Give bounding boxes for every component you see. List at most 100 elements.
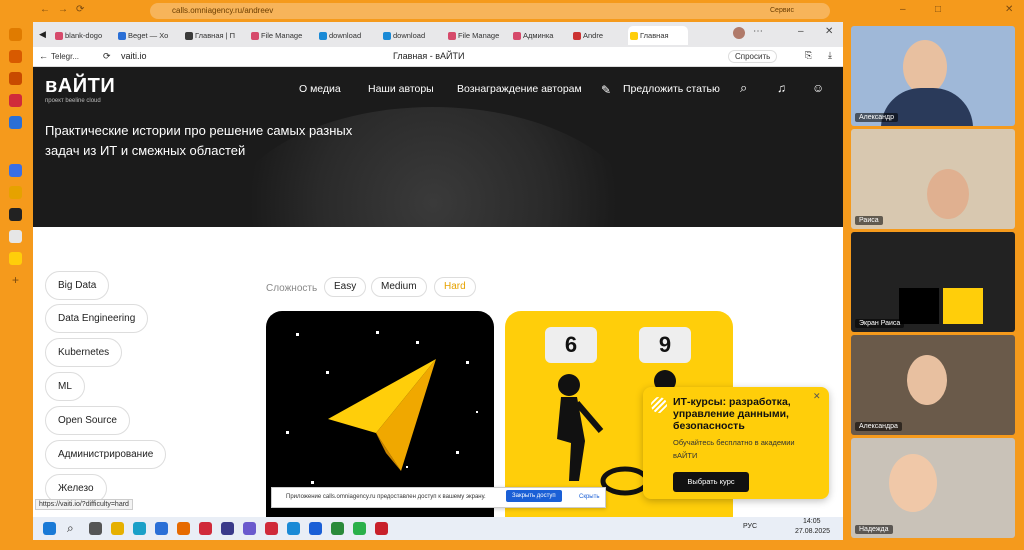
teams-icon[interactable]	[243, 522, 256, 535]
participant-face	[927, 169, 969, 219]
ask-button[interactable]: Спросить	[728, 50, 778, 63]
page-title: Главная - вАЙТИ	[393, 51, 465, 61]
promo-popup[interactable]: ИТ-курсы: разработка, управление данными…	[643, 387, 829, 499]
sidebar-app-icon[interactable]	[9, 164, 22, 177]
browser-tab[interactable]: Главная	[628, 26, 688, 45]
category-chip[interactable]: Open Source	[45, 406, 130, 435]
tab-label: Главная | П	[195, 31, 236, 40]
browser-tab[interactable]: File Manage	[446, 26, 508, 45]
hide-button[interactable]: Скрыть	[579, 494, 599, 500]
outer-browser-toolbar: ← → ⟳ calls.omniagency.ru/andreev Сервис…	[0, 0, 1024, 22]
difficulty-hard[interactable]: Hard	[434, 277, 476, 297]
difficulty-easy[interactable]: Easy	[324, 277, 367, 297]
participant-name: Надежда	[855, 525, 893, 534]
sidebar-app-icon[interactable]	[9, 72, 22, 85]
add-icon[interactable]: +	[9, 274, 22, 287]
tab-favicon-icon	[513, 32, 521, 40]
back-icon[interactable]: ←	[39, 51, 48, 61]
maximize-icon[interactable]: □	[935, 4, 941, 15]
close-icon[interactable]: ✕	[813, 391, 821, 402]
nav-about[interactable]: О медиа	[299, 83, 341, 95]
clock-date[interactable]: 27.08.2025	[795, 528, 830, 535]
reload-icon[interactable]: ⟳	[76, 4, 84, 15]
explorer-icon[interactable]	[111, 522, 124, 535]
sidebar-app-icon[interactable]	[9, 116, 22, 129]
outer-address-bar[interactable]: calls.omniagency.ru/andreev	[150, 3, 830, 19]
start-icon[interactable]	[43, 522, 56, 535]
download-icon[interactable]: ⤓	[828, 50, 832, 61]
sidebar-app-icon[interactable]	[9, 50, 22, 63]
clock-time[interactable]: 14:05	[803, 518, 821, 525]
nav-authors[interactable]: Наши авторы	[368, 83, 434, 95]
whatsapp-icon[interactable]	[353, 522, 366, 535]
app-icon[interactable]	[199, 522, 212, 535]
choose-course-button[interactable]: Выбрать курс	[673, 472, 749, 492]
sidebar-app-icon[interactable]	[9, 186, 22, 199]
browser-tab[interactable]: Andre	[571, 26, 623, 45]
browser-tab[interactable]: blank-dogo	[53, 26, 113, 45]
tab-label: Beget — Хо	[128, 31, 169, 40]
app-icon[interactable]	[155, 522, 168, 535]
participant-tile[interactable]: Александра	[851, 335, 1015, 435]
pdf-icon[interactable]	[375, 522, 388, 535]
word-icon[interactable]	[309, 522, 322, 535]
participant-tile[interactable]: Экран Раиса	[851, 232, 1015, 332]
sidebar-app-icon[interactable]	[9, 230, 22, 243]
language-indicator[interactable]: РУС	[743, 523, 757, 530]
bookmarks-icon[interactable]: ⎘	[805, 50, 812, 61]
minimize-icon[interactable]: –	[900, 4, 906, 15]
close-icon[interactable]: ✕	[825, 26, 833, 37]
back-tab-label[interactable]: Telegr...	[51, 52, 79, 61]
site-logo[interactable]: вАЙТИ	[45, 75, 115, 98]
search-icon[interactable]: ⌕	[67, 522, 80, 535]
sidebar-app-icon[interactable]	[9, 252, 22, 265]
taskview-icon[interactable]	[89, 522, 102, 535]
browser-tab[interactable]: download	[381, 26, 441, 45]
close-icon[interactable]: ✕	[1005, 4, 1013, 15]
category-chip[interactable]: Администрирование	[45, 440, 167, 469]
screen-thumbnail	[899, 288, 939, 324]
minimize-icon[interactable]: –	[798, 26, 804, 37]
extensions-icon[interactable]: ⋯	[753, 26, 763, 37]
edit-icon: ✎	[601, 83, 612, 97]
back-icon[interactable]: ←	[40, 4, 50, 15]
browser-tab[interactable]: Главная | П	[183, 26, 245, 45]
browser-tab[interactable]: File Manage	[249, 26, 313, 45]
category-chip[interactable]: ML	[45, 372, 85, 401]
browser-tab[interactable]: download	[317, 26, 377, 45]
speaker-icon[interactable]: ◀	[39, 29, 46, 40]
category-chip[interactable]: Data Engineering	[45, 304, 149, 333]
promo-title: ИТ-курсы: разработка, управление данными…	[673, 396, 791, 432]
difficulty-medium[interactable]: Medium	[371, 277, 427, 297]
participant-tile[interactable]: Раиса	[851, 129, 1015, 229]
edge-icon[interactable]	[133, 522, 146, 535]
outer-service-label[interactable]: Сервис	[770, 7, 794, 14]
yandex-icon[interactable]	[265, 522, 278, 535]
reload-icon[interactable]: ⟳	[103, 51, 111, 62]
browser-tab[interactable]: Админка	[511, 26, 567, 45]
link-status-tooltip: https://vaiti.io/?difficulty=hard	[35, 499, 133, 510]
sidebar-app-icon[interactable]	[9, 28, 22, 41]
telegram-icon[interactable]	[287, 522, 300, 535]
logo-subtitle: проект beeline cloud	[45, 98, 101, 104]
app-icon[interactable]	[221, 522, 234, 535]
avatar[interactable]	[733, 27, 745, 39]
search-icon[interactable]: ⌕	[740, 80, 747, 96]
app-icon[interactable]	[331, 522, 344, 535]
stop-sharing-button[interactable]: Закрыть доступ	[506, 490, 562, 502]
sidebar-app-icon[interactable]	[9, 94, 22, 107]
forward-icon[interactable]: →	[58, 4, 68, 15]
firefox-icon[interactable]	[177, 522, 190, 535]
nav-rewards[interactable]: Вознаграждение авторам	[457, 83, 582, 95]
suggest-article-link[interactable]: Предложить статью	[623, 83, 720, 95]
user-icon[interactable]: ☺	[812, 81, 824, 95]
browser-tab[interactable]: Beget — Хо	[116, 26, 180, 45]
bell-icon[interactable]: ♫	[777, 81, 786, 95]
participant-tile[interactable]: Александр	[851, 26, 1015, 126]
category-chip[interactable]: Big Data	[45, 271, 110, 300]
url-field[interactable]: vaiti.io	[121, 51, 147, 61]
sidebar-app-icon[interactable]	[9, 208, 22, 221]
category-chip[interactable]: Kubernetes	[45, 338, 123, 367]
promo-logo-icon	[651, 397, 667, 413]
participant-tile[interactable]: Надежда	[851, 438, 1015, 538]
